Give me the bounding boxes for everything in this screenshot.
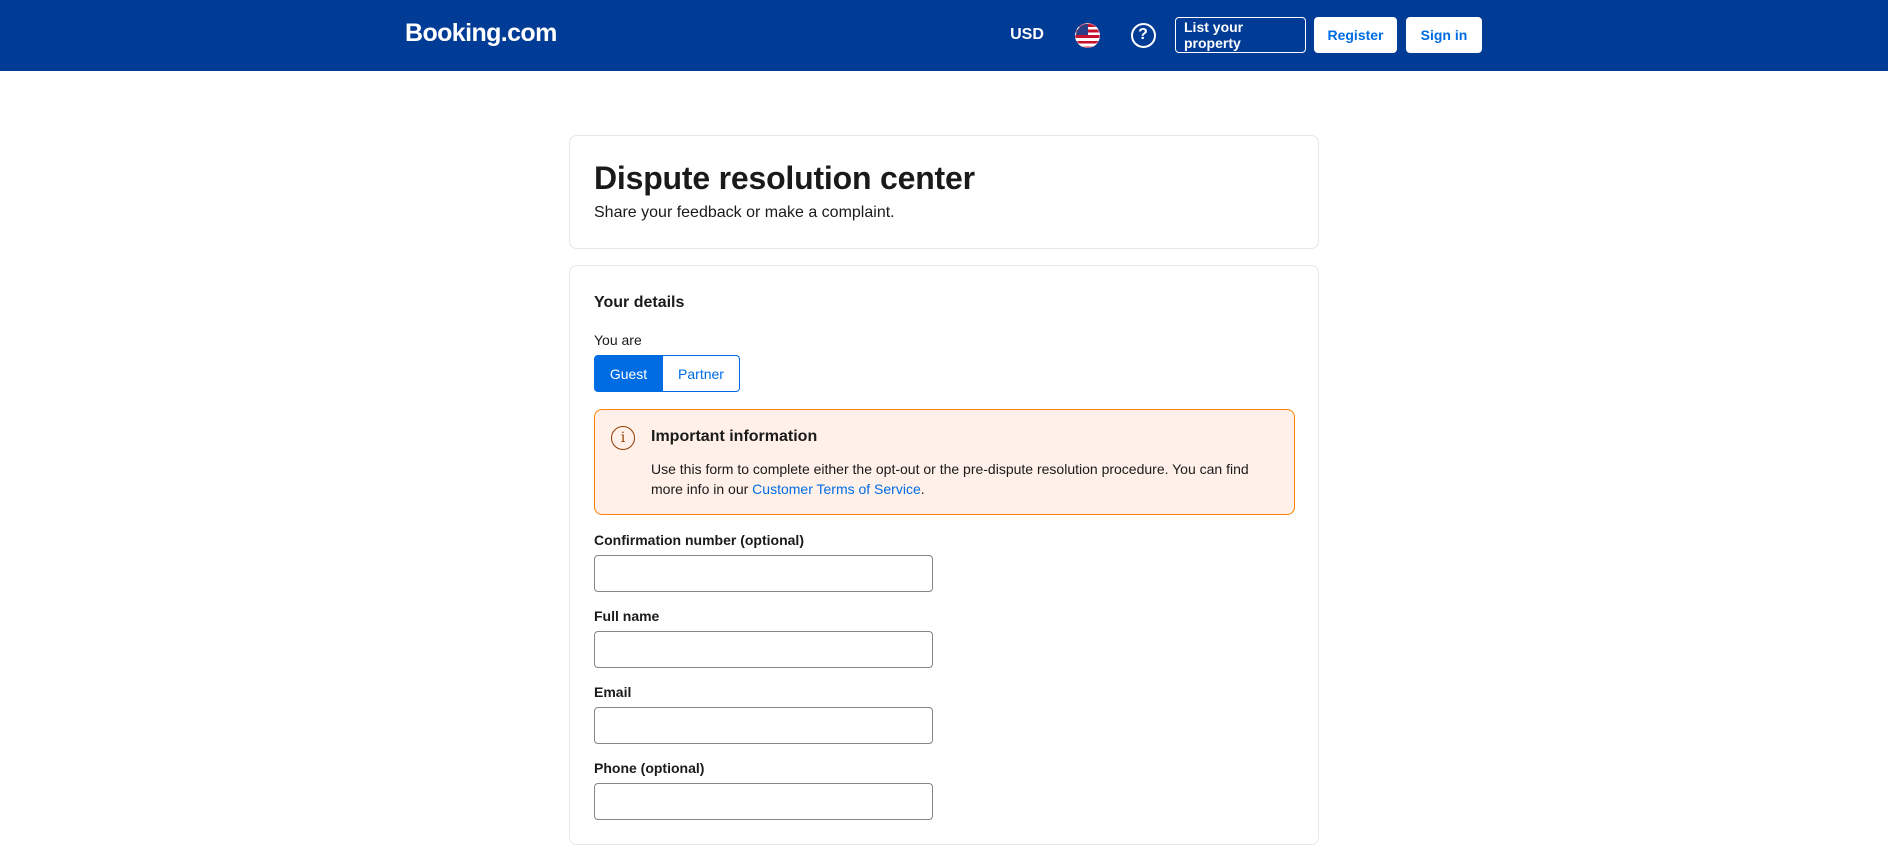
role-segmented-control: Guest Partner [594, 355, 740, 392]
notice-body: Use this form to complete either the opt… [651, 459, 1271, 499]
top-navigation-bar: Booking.com USD ? List your property Reg… [0, 0, 1888, 71]
role-partner-button[interactable]: Partner [663, 355, 740, 392]
list-your-property-button[interactable]: List your property [1175, 17, 1306, 53]
question-circle-icon: ? [1130, 22, 1156, 48]
customer-terms-link[interactable]: Customer Terms of Service [752, 481, 921, 497]
email-input[interactable] [594, 707, 933, 744]
currency-selector-button[interactable]: USD [1004, 17, 1050, 53]
page-title: Dispute resolution center [594, 160, 975, 196]
register-button[interactable]: Register [1314, 17, 1397, 53]
role-guest-button[interactable]: Guest [594, 355, 663, 392]
important-information-banner: i Important information Use this form to… [594, 409, 1295, 515]
page-header-card: Dispute resolution center Share your fee… [569, 135, 1319, 249]
email-label: Email [594, 684, 632, 700]
us-flag-icon [1074, 22, 1100, 48]
phone-input[interactable] [594, 783, 933, 820]
info-circle-icon: i [611, 426, 635, 450]
sign-in-button[interactable]: Sign in [1406, 17, 1482, 53]
notice-title: Important information [651, 428, 818, 445]
full-name-input[interactable] [594, 631, 933, 668]
booking-logo[interactable]: Booking.com [405, 19, 557, 48]
full-name-label: Full name [594, 608, 660, 624]
confirmation-number-label: Confirmation number (optional) [594, 532, 804, 548]
notice-text: Use this form to complete either the opt… [651, 461, 1249, 497]
language-selector-button[interactable] [1068, 16, 1106, 54]
phone-label: Phone (optional) [594, 760, 705, 776]
section-title: Your details [594, 294, 685, 311]
your-details-form: Your details You are Guest Partner i Imp… [569, 265, 1319, 845]
help-button[interactable]: ? [1124, 16, 1162, 54]
notice-suffix: . [920, 481, 925, 497]
page-subtitle: Share your feedback or make a complaint. [594, 204, 895, 221]
confirmation-number-input[interactable] [594, 555, 933, 592]
role-label: You are [594, 332, 642, 348]
